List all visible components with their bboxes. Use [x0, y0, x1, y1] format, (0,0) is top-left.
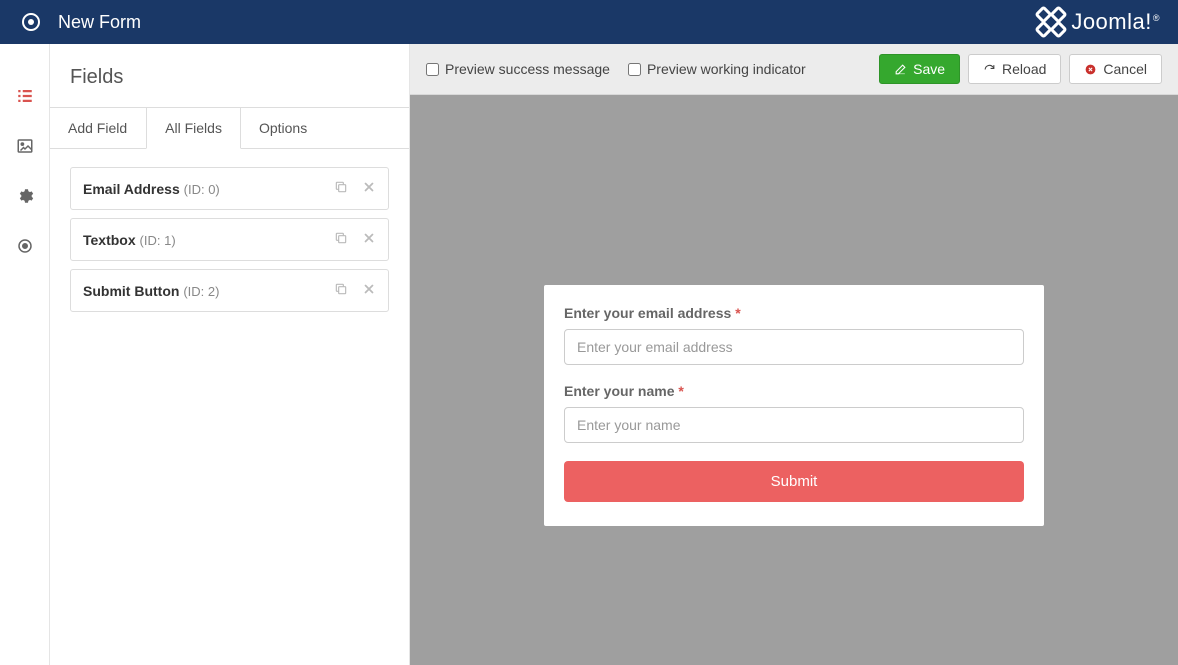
- field-item[interactable]: Email Address (ID: 0): [70, 167, 389, 210]
- delete-icon[interactable]: [362, 231, 376, 248]
- reload-icon: [983, 63, 996, 76]
- sidebar-tabs: Add Field All Fields Options: [50, 107, 409, 149]
- name-label: Enter your name *: [564, 383, 1024, 399]
- form-group-email: Enter your email address *: [564, 305, 1024, 365]
- field-item[interactable]: Submit Button (ID: 2): [70, 269, 389, 312]
- preview-working-checkbox[interactable]: Preview working indicator: [628, 61, 806, 77]
- email-input[interactable]: [564, 329, 1024, 365]
- field-actions: [334, 231, 376, 248]
- sidebar: Fields Add Field All Fields Options Emai…: [50, 44, 410, 665]
- save-button[interactable]: Save: [879, 54, 960, 84]
- main: Fields Add Field All Fields Options Emai…: [0, 44, 1178, 665]
- cancel-button[interactable]: Cancel: [1069, 54, 1162, 84]
- nav-fields[interactable]: [15, 86, 35, 106]
- form-preview: Enter your email address * Enter your na…: [544, 285, 1044, 526]
- field-list: Email Address (ID: 0) Textbox (ID: 1) Su…: [50, 149, 409, 330]
- field-item-label: Submit Button (ID: 2): [83, 283, 219, 299]
- sidebar-title: Fields: [50, 44, 409, 107]
- button-label: Reload: [1002, 61, 1046, 77]
- brand-text: Joomla!®: [1071, 9, 1160, 35]
- target-icon: [22, 13, 40, 31]
- reload-button[interactable]: Reload: [968, 54, 1061, 84]
- header-left: New Form: [22, 12, 141, 33]
- page-title: New Form: [58, 12, 141, 33]
- target-icon: [16, 237, 34, 255]
- nav-target[interactable]: [15, 236, 35, 256]
- duplicate-icon[interactable]: [334, 180, 348, 197]
- delete-icon[interactable]: [362, 282, 376, 299]
- field-item-label: Textbox (ID: 1): [83, 232, 176, 248]
- submit-button[interactable]: Submit: [564, 461, 1024, 502]
- delete-icon[interactable]: [362, 180, 376, 197]
- nav-media[interactable]: [15, 136, 35, 156]
- email-label: Enter your email address *: [564, 305, 1024, 321]
- field-item[interactable]: Textbox (ID: 1): [70, 218, 389, 261]
- image-icon: [16, 137, 34, 155]
- form-group-name: Enter your name *: [564, 383, 1024, 443]
- nav-settings[interactable]: [15, 186, 35, 206]
- field-actions: [334, 282, 376, 299]
- button-label: Cancel: [1103, 61, 1147, 77]
- gear-icon: [16, 187, 34, 205]
- checkbox-input[interactable]: [426, 63, 439, 76]
- edit-icon: [894, 63, 907, 76]
- toolbar-left: Preview success message Preview working …: [426, 61, 806, 77]
- cancel-icon: [1084, 63, 1097, 76]
- tab-add-field[interactable]: Add Field: [50, 108, 146, 148]
- joomla-mark-icon: [1037, 8, 1065, 36]
- checkbox-input[interactable]: [628, 63, 641, 76]
- checkbox-label: Preview success message: [445, 61, 610, 77]
- list-icon: [16, 87, 34, 105]
- toolbar: Preview success message Preview working …: [410, 44, 1178, 95]
- canvas: Preview success message Preview working …: [410, 44, 1178, 665]
- duplicate-icon[interactable]: [334, 282, 348, 299]
- duplicate-icon[interactable]: [334, 231, 348, 248]
- toolbar-right: Save Reload Cancel: [879, 54, 1162, 84]
- button-label: Save: [913, 61, 945, 77]
- name-input[interactable]: [564, 407, 1024, 443]
- tab-all-fields[interactable]: All Fields: [146, 108, 241, 149]
- tab-options[interactable]: Options: [241, 108, 326, 148]
- preview-area: Enter your email address * Enter your na…: [410, 95, 1178, 665]
- app-header: New Form Joomla!®: [0, 0, 1178, 44]
- preview-success-checkbox[interactable]: Preview success message: [426, 61, 610, 77]
- joomla-logo: Joomla!®: [1037, 8, 1160, 36]
- field-actions: [334, 180, 376, 197]
- vertical-nav: [0, 44, 50, 665]
- field-item-label: Email Address (ID: 0): [83, 181, 220, 197]
- checkbox-label: Preview working indicator: [647, 61, 806, 77]
